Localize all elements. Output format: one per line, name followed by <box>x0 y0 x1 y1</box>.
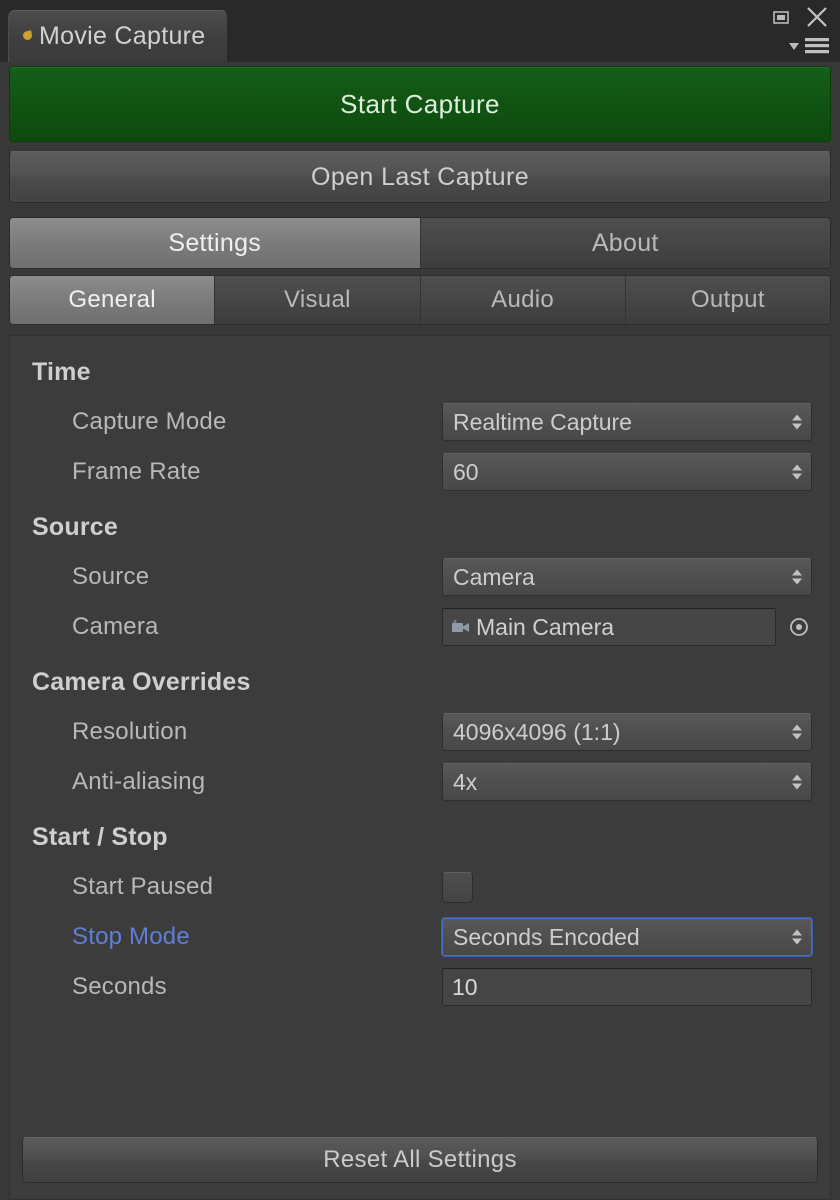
source-dropdown[interactable]: Camera <box>442 558 812 596</box>
updown-arrows-icon <box>792 464 802 480</box>
start-capture-button[interactable]: Start Capture <box>9 66 831 142</box>
section-header-start-stop: Start / Stop <box>32 823 168 851</box>
row-capture-mode: Capture Mode Realtime Capture <box>10 397 830 447</box>
control-capture-mode: Realtime Capture <box>442 403 812 441</box>
label-camera: Camera <box>72 613 159 640</box>
label-anti-aliasing: Anti-aliasing <box>72 768 206 795</box>
resolution-value: 4096x4096 (1:1) <box>453 718 621 745</box>
updown-arrows-icon <box>792 569 802 585</box>
anti-aliasing-dropdown[interactable]: 4x <box>442 763 812 801</box>
tab-settings[interactable]: Settings <box>10 218 421 268</box>
row-camera: Camera Main Camera <box>10 602 830 652</box>
subtab-visual[interactable]: Visual <box>215 276 421 324</box>
seconds-input[interactable] <box>442 968 812 1006</box>
row-seconds: Seconds <box>10 962 830 1012</box>
control-stop-mode: Seconds Encoded <box>442 918 812 956</box>
row-stop-mode: Stop Mode Seconds Encoded <box>10 912 830 962</box>
start-paused-checkbox[interactable] <box>442 871 473 903</box>
control-resolution: 4096x4096 (1:1) <box>442 713 812 751</box>
anti-aliasing-value: 4x <box>453 768 478 795</box>
frame-rate-value: 60 <box>453 458 479 485</box>
tab-about[interactable]: About <box>420 218 830 268</box>
camera-object-field: Main Camera <box>442 608 812 646</box>
row-anti-aliasing: Anti-aliasing 4x <box>10 757 830 807</box>
section-header-source: Source <box>32 513 118 541</box>
updown-arrows-icon <box>792 929 802 945</box>
resolution-dropdown[interactable]: 4096x4096 (1:1) <box>442 713 812 751</box>
source-value: Camera <box>453 563 535 590</box>
window-tab-movie-capture[interactable]: Movie Capture <box>8 10 229 62</box>
subtab-output[interactable]: Output <box>625 276 830 324</box>
camera-object-box[interactable]: Main Camera <box>442 608 776 646</box>
control-camera: Main Camera <box>442 608 812 646</box>
row-resolution: Resolution 4096x4096 (1:1) <box>10 707 830 757</box>
label-stop-mode: Stop Mode <box>72 923 190 950</box>
row-frame-rate: Frame Rate 60 <box>10 447 830 497</box>
capture-mode-value: Realtime Capture <box>453 408 632 435</box>
label-frame-rate: Frame Rate <box>72 458 201 485</box>
stop-mode-dropdown[interactable]: Seconds Encoded <box>442 918 812 956</box>
frame-rate-dropdown[interactable]: 60 <box>442 453 812 491</box>
label-start-paused: Start Paused <box>72 873 214 900</box>
section-header-camera-overrides: Camera Overrides <box>32 668 251 696</box>
subtab-general[interactable]: General <box>10 276 216 324</box>
panel-options-menu[interactable] <box>787 36 830 56</box>
label-source: Source <box>72 563 150 590</box>
label-capture-mode: Capture Mode <box>72 408 227 435</box>
row-source: Source Camera <box>10 552 830 602</box>
window-tab-label: Movie Capture <box>39 22 206 50</box>
open-last-capture-button[interactable]: Open Last Capture <box>9 151 831 203</box>
label-seconds: Seconds <box>72 973 167 1000</box>
panel-spacer <box>10 1012 830 1137</box>
updown-arrows-icon <box>792 774 802 790</box>
control-frame-rate: 60 <box>442 453 812 491</box>
action-buttons-area: Start Capture Open Last Capture Settings… <box>0 62 840 325</box>
control-start-paused <box>442 871 812 903</box>
panel-menu-icon <box>805 38 829 54</box>
maximize-icon[interactable] <box>771 7 791 27</box>
control-seconds <box>442 968 812 1006</box>
row-start-paused: Start Paused <box>10 862 830 912</box>
camera-object-name: Main Camera <box>476 613 615 640</box>
window-titlebar: Movie Capture <box>0 0 840 62</box>
capture-mode-dropdown[interactable]: Realtime Capture <box>442 403 812 441</box>
camera-icon <box>452 619 469 632</box>
reset-area: Reset All Settings <box>10 1137 830 1199</box>
stop-mode-value: Seconds Encoded <box>453 923 640 950</box>
main-tabstrip: Settings About <box>9 217 831 269</box>
subtab-audio[interactable]: Audio <box>420 276 626 324</box>
reset-all-settings-button[interactable]: Reset All Settings <box>22 1137 818 1183</box>
chevron-down-icon <box>789 43 799 50</box>
window-controls <box>771 4 830 30</box>
updown-arrows-icon <box>792 724 802 740</box>
general-settings-panel: Time Capture Mode Realtime Capture Frame… <box>9 335 831 1200</box>
sub-tabstrip: General Visual Audio Output <box>9 275 831 325</box>
control-source: Camera <box>442 558 812 596</box>
close-icon[interactable] <box>804 4 830 30</box>
object-picker-icon[interactable] <box>786 614 812 640</box>
dot-marker-icon <box>22 30 33 41</box>
section-header-time: Time <box>32 358 91 386</box>
label-resolution: Resolution <box>72 718 188 745</box>
movie-capture-window: Movie Capture Start Capture Open Last Ca… <box>0 0 840 1200</box>
updown-arrows-icon <box>792 414 802 430</box>
control-anti-aliasing: 4x <box>442 763 812 801</box>
